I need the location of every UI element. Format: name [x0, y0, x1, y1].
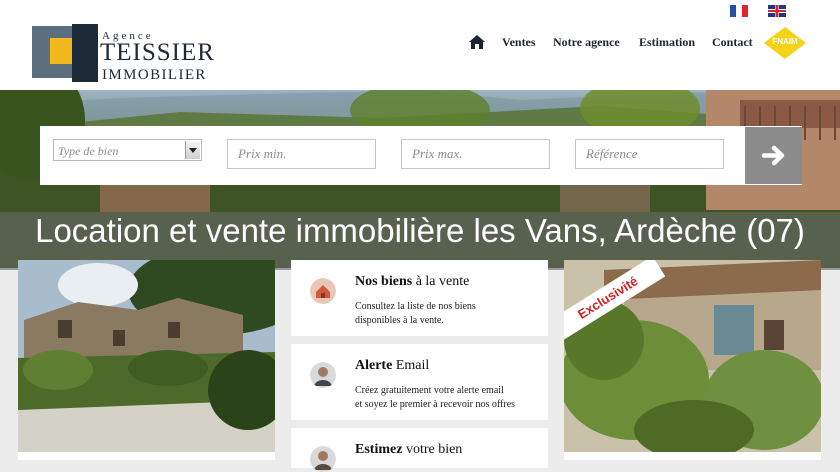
logo-mark-yellow	[50, 38, 72, 64]
fnaim-badge-text: FNAIM	[772, 37, 798, 46]
property-photo-exclusivite[interactable]: Exclusivité	[564, 260, 821, 452]
page-title: Location et vente immobilière les Vans, …	[35, 212, 805, 249]
card-title-bold: Estimez	[355, 442, 403, 457]
card-nos-biens[interactable]: Nos biens à la vente Consultez la liste …	[291, 260, 548, 336]
card-title-bold: Alerte	[355, 358, 393, 373]
price-max-input[interactable]	[401, 139, 550, 169]
card-text-line: Créez gratuitement votre alerte email	[355, 385, 504, 396]
nav-item-ventes[interactable]: Ventes	[502, 35, 536, 50]
card-text-line: disponibles à la vente.	[355, 315, 444, 326]
card-text-line: Consultez la liste de nos biens	[355, 301, 476, 312]
nav-item-contact[interactable]: Contact	[712, 35, 753, 50]
agency-logo[interactable]: Agence TEISSIER IMMOBILIER	[32, 24, 215, 86]
card-text-line: et soyez le premier à recevoir nos offre…	[355, 399, 516, 410]
arrow-right-icon	[761, 145, 785, 166]
property-photo-stone-house[interactable]	[18, 260, 275, 452]
nav-item-notre-agence[interactable]: Notre agence	[553, 35, 620, 50]
flag-france-icon[interactable]	[730, 5, 748, 17]
house-thumbnail-icon	[310, 278, 336, 304]
nav-item-estimation[interactable]: Estimation	[639, 35, 695, 50]
home-icon[interactable]	[468, 34, 486, 50]
photo-caption-strip	[18, 452, 275, 460]
reference-input[interactable]	[575, 139, 724, 169]
photo-caption-strip	[564, 452, 821, 460]
property-type-placeholder: Type de bien	[58, 144, 119, 158]
logo-mark-navy	[72, 24, 98, 82]
site-header: Agence TEISSIER IMMOBILIER Ventes Notre …	[0, 0, 840, 90]
card-title-rest: votre bien	[402, 442, 463, 457]
card-title-bold: Nos biens	[355, 274, 413, 289]
card-title-rest: Email	[392, 358, 430, 373]
fnaim-badge[interactable]: FNAIM	[763, 26, 807, 60]
card-estimez[interactable]: Estimez votre bien	[291, 428, 548, 472]
card-title-rest: à la vente	[412, 274, 470, 289]
chevron-down-icon[interactable]	[185, 141, 200, 159]
search-submit-button[interactable]	[745, 127, 802, 184]
person-avatar-icon	[310, 446, 336, 472]
card-title[interactable]: Nos biens à la vente	[355, 274, 469, 290]
price-min-input[interactable]	[227, 139, 376, 169]
logo-subtitle-text: IMMOBILIER	[102, 67, 207, 83]
property-type-select[interactable]: Type de bien	[53, 139, 202, 161]
logo-name-text: TEISSIER	[100, 39, 215, 66]
flag-uk-icon[interactable]	[768, 5, 786, 17]
card-title[interactable]: Estimez votre bien	[355, 442, 462, 458]
stone-house-image	[18, 260, 275, 452]
card-title[interactable]: Alerte Email	[355, 358, 429, 374]
person-avatar-icon	[310, 362, 336, 388]
card-description: Créez gratuitement votre alerte email et…	[355, 384, 540, 412]
card-description: Consultez la liste de nos biens disponib…	[355, 300, 540, 328]
card-alerte-email[interactable]: Alerte Email Créez gratuitement votre al…	[291, 344, 548, 420]
